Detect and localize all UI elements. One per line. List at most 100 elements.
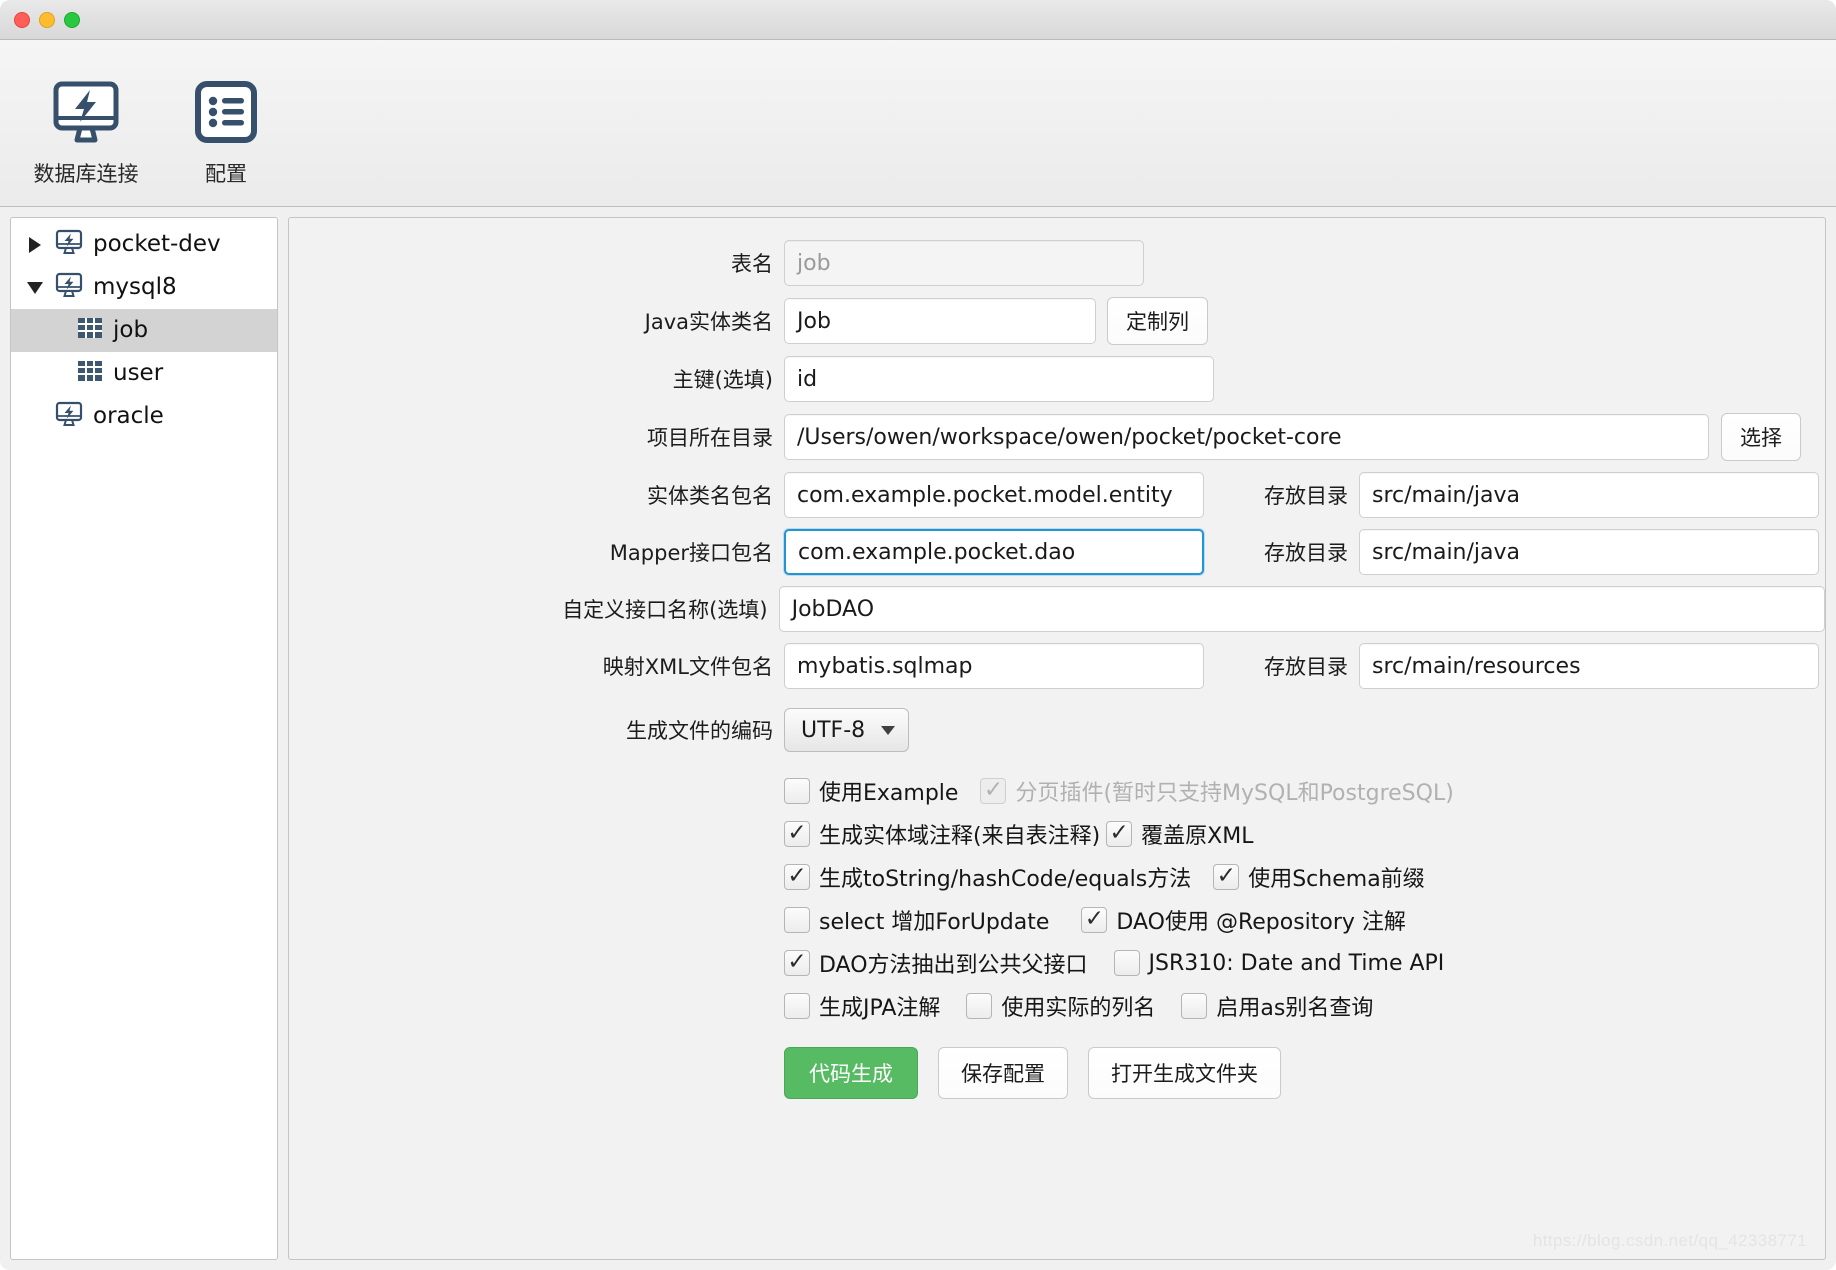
tree-item-label: oracle: [93, 405, 164, 428]
expand-collapse-arrow-icon[interactable]: [25, 282, 45, 294]
encoding-selected-value: UTF-8: [801, 718, 865, 743]
tree-item-mysql8[interactable]: mysql8: [11, 266, 277, 309]
checkbox-label: select 增加ForUpdate: [819, 904, 1049, 936]
custom-interface-label: 自定义接口名称(选填): [289, 594, 779, 624]
generate-code-button[interactable]: 代码生成: [784, 1047, 918, 1099]
project-dir-input[interactable]: /Users/owen/workspace/owen/pocket/pocket…: [784, 414, 1709, 460]
toolbar-item-label: 配置: [205, 158, 247, 188]
maximize-window-button[interactable]: [64, 12, 80, 28]
tree-item-oracle[interactable]: oracle: [11, 395, 277, 438]
toolbar-item-database-connection[interactable]: 数据库连接: [30, 76, 142, 188]
table-name-input[interactable]: job: [784, 240, 1144, 286]
option-row-5: ✓ DAO方法抽出到公共父接口 ✓ JSR310: Date and Time …: [289, 947, 1825, 979]
app-window: 数据库连接 配置: [0, 0, 1836, 1270]
mapper-output-input[interactable]: src/main/java: [1359, 529, 1819, 575]
primary-key-input[interactable]: id: [784, 356, 1214, 402]
minimize-window-button[interactable]: [39, 12, 55, 28]
tree-item-user[interactable]: user: [11, 352, 277, 395]
checkbox-label: DAO方法抽出到公共父接口: [819, 947, 1088, 979]
main-toolbar: 数据库连接 配置: [0, 40, 1836, 207]
entity-class-input[interactable]: Job: [784, 298, 1096, 344]
window-controls: [14, 12, 80, 28]
entity-output-label: 存放目录: [1204, 480, 1359, 510]
custom-columns-button[interactable]: 定制列: [1107, 297, 1208, 345]
open-output-folder-button[interactable]: 打开生成文件夹: [1088, 1047, 1281, 1099]
option-row-3: ✓ 生成toString/hashCode/equals方法 ✓ 使用Schem…: [289, 861, 1825, 893]
action-buttons: 代码生成 保存配置 打开生成文件夹: [289, 1047, 1825, 1099]
checkbox-tostring-hashcode-equals[interactable]: ✓: [784, 864, 810, 890]
entity-output-input[interactable]: src/main/java: [1359, 472, 1819, 518]
entity-package-input[interactable]: com.example.pocket.model.entity: [784, 472, 1204, 518]
save-config-button[interactable]: 保存配置: [938, 1047, 1068, 1099]
primary-key-label: 主键(选填): [289, 364, 784, 394]
configuration-list-icon: [190, 76, 262, 148]
tree-item-label: job: [113, 319, 148, 342]
option-row-6: ✓ 生成JPA注解 ✓ 使用实际的列名 ✓ 启用as别名查询: [289, 990, 1825, 1022]
mapper-package-input[interactable]: com.example.pocket.dao: [784, 529, 1204, 575]
checkbox-overwrite-xml[interactable]: ✓: [1106, 821, 1132, 847]
custom-interface-input[interactable]: JobDAO: [779, 586, 1825, 632]
checkbox-entity-field-comments[interactable]: ✓: [784, 821, 810, 847]
mapper-package-label: Mapper接口包名: [289, 537, 784, 567]
checkbox-label: 使用Example: [819, 775, 958, 807]
encoding-select[interactable]: UTF-8: [784, 708, 909, 752]
checkbox-label: 生成实体域注释(来自表注释): [819, 818, 1100, 850]
form-row-xml-package: 映射XML文件包名 mybatis.sqlmap 存放目录 src/main/r…: [289, 643, 1825, 689]
table-name-label: 表名: [289, 248, 784, 278]
option-row-2: ✓ 生成实体域注释(来自表注释) ✓ 覆盖原XML: [289, 818, 1825, 850]
checkbox-use-actual-column-names[interactable]: ✓: [966, 993, 992, 1019]
xml-output-input[interactable]: src/main/resources: [1359, 643, 1819, 689]
connection-icon: [55, 400, 83, 434]
checkbox-label: 使用Schema前缀: [1248, 861, 1424, 893]
checkbox-label: JSR310: Date and Time API: [1149, 951, 1445, 976]
checkbox-jsr310[interactable]: ✓: [1114, 950, 1140, 976]
xml-package-label: 映射XML文件包名: [289, 651, 784, 681]
checkbox-label: 生成toString/hashCode/equals方法: [819, 861, 1191, 893]
checkbox-dao-common-parent-interface[interactable]: ✓: [784, 950, 810, 976]
table-icon: [77, 316, 103, 346]
close-window-button[interactable]: [14, 12, 30, 28]
form-row-table-name: 表名 job: [289, 240, 1825, 286]
checkbox-label: 生成JPA注解: [819, 990, 940, 1022]
checkbox-pagination-plugin: ✓: [980, 778, 1006, 804]
form-row-entity-package: 实体类名包名 com.example.pocket.model.entity 存…: [289, 472, 1825, 518]
table-icon: [77, 359, 103, 389]
checkbox-use-schema-prefix[interactable]: ✓: [1213, 864, 1239, 890]
entity-package-label: 实体类名包名: [289, 480, 784, 510]
checkbox-select-for-update[interactable]: ✓: [784, 907, 810, 933]
form-row-primary-key: 主键(选填) id: [289, 356, 1825, 402]
xml-package-input[interactable]: mybatis.sqlmap: [784, 643, 1204, 689]
content-area: pocket-dev mysql8: [0, 207, 1836, 1270]
checkbox-label: 启用as别名查询: [1216, 990, 1373, 1022]
option-row-4: ✓ select 增加ForUpdate ✓ DAO使用 @Repository…: [289, 904, 1825, 936]
tree-item-label: pocket-dev: [93, 233, 221, 256]
tree-item-job[interactable]: job: [11, 309, 277, 352]
form-row-project-dir: 项目所在目录 /Users/owen/workspace/owen/pocket…: [289, 413, 1825, 461]
title-bar: [0, 0, 1836, 40]
chevron-down-icon: [881, 726, 895, 735]
choose-directory-button[interactable]: 选择: [1721, 413, 1801, 461]
mapper-output-label: 存放目录: [1204, 537, 1359, 567]
checkbox-jpa-annotations[interactable]: ✓: [784, 993, 810, 1019]
tree-item-label: user: [113, 362, 163, 385]
checkbox-enable-as-alias-query[interactable]: ✓: [1181, 993, 1207, 1019]
expand-collapse-arrow-icon[interactable]: [25, 237, 45, 253]
checkbox-use-example[interactable]: ✓: [784, 778, 810, 804]
encoding-label: 生成文件的编码: [289, 715, 784, 745]
toolbar-item-configuration[interactable]: 配置: [170, 76, 282, 188]
tree-item-pocket-dev[interactable]: pocket-dev: [11, 223, 277, 266]
connection-tree: pocket-dev mysql8: [10, 217, 278, 1260]
project-dir-label: 项目所在目录: [289, 422, 784, 452]
toolbar-item-label: 数据库连接: [34, 158, 139, 188]
database-connection-icon: [50, 76, 122, 148]
checkbox-label: 分页插件(暂时只支持MySQL和PostgreSQL): [1015, 775, 1453, 807]
checkbox-label: 覆盖原XML: [1141, 818, 1253, 850]
form-row-entity-class: Java实体类名 Job 定制列: [289, 297, 1825, 345]
checkbox-dao-repository-annotation[interactable]: ✓: [1081, 907, 1107, 933]
connection-icon: [55, 271, 83, 305]
form-row-custom-interface: 自定义接口名称(选填) JobDAO: [289, 586, 1825, 632]
checkbox-label: 使用实际的列名: [1001, 990, 1155, 1022]
checkbox-label: DAO使用 @Repository 注解: [1116, 904, 1406, 936]
option-row-1: ✓ 使用Example ✓ 分页插件(暂时只支持MySQL和PostgreSQL…: [289, 775, 1825, 807]
watermark: https://blog.csdn.net/qq_42338771: [1533, 1231, 1807, 1251]
